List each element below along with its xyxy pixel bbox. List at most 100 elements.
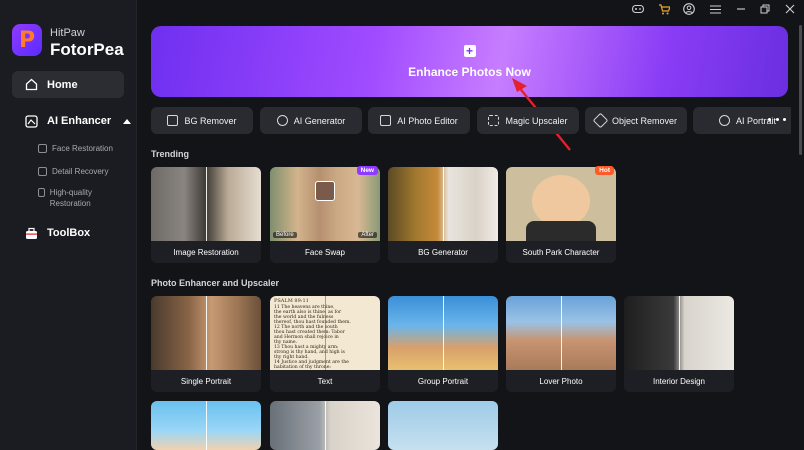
wedding-thumbnail bbox=[270, 401, 380, 450]
card-label: Image Restoration bbox=[151, 241, 261, 263]
image-restoration-thumbnail bbox=[151, 167, 261, 241]
sidebar-item-label: AI Enhancer bbox=[47, 115, 112, 127]
card-face-swap[interactable]: Before After Face Swap New bbox=[270, 166, 380, 263]
bg-remover-button[interactable]: BG Remover bbox=[151, 107, 253, 134]
tool-label: BG Remover bbox=[184, 115, 237, 126]
sidebar-item-label: Home bbox=[47, 78, 78, 91]
text-sample-header: PSALM 89:11 bbox=[274, 298, 309, 304]
sidebar-subitem-face-restoration[interactable]: Face Restoration bbox=[38, 143, 113, 154]
card-interior-design[interactable]: Interior Design bbox=[624, 296, 734, 392]
compare-divider bbox=[325, 296, 326, 370]
sidebar-item-home[interactable]: Home bbox=[12, 71, 124, 98]
vertical-scrollbar[interactable] bbox=[799, 25, 802, 155]
text-sample-line: habitation of thy throne: bbox=[274, 365, 331, 370]
face-swap-thumbnail: Before After bbox=[270, 167, 380, 241]
tool-label: AI Generator bbox=[293, 115, 346, 126]
tool-buttons-row: BG Remover AI Generator AI Photo Editor … bbox=[151, 107, 791, 134]
card-group-portrait[interactable]: Group Portrait bbox=[388, 296, 498, 392]
card-single-portrait[interactable]: Single Portrait bbox=[151, 296, 261, 392]
menu-icon[interactable] bbox=[709, 3, 721, 15]
ai-photo-editor-button[interactable]: AI Photo Editor bbox=[368, 107, 470, 134]
card-bird-preview[interactable] bbox=[388, 401, 498, 450]
card-wedding-preview[interactable] bbox=[270, 401, 380, 450]
sidebar-subitem-label: Detail Recovery bbox=[52, 167, 109, 176]
new-badge: New bbox=[356, 166, 378, 175]
app-logo: P bbox=[12, 24, 42, 56]
compare-divider bbox=[206, 296, 207, 370]
cartoon-face bbox=[532, 175, 590, 227]
cartoon-suit bbox=[526, 221, 596, 241]
lover-photo-thumbnail bbox=[506, 296, 616, 370]
after-tag: After bbox=[358, 232, 377, 238]
brand-name: FotorPea bbox=[50, 40, 124, 59]
card-south-park-character[interactable]: South Park Character Hot bbox=[506, 166, 616, 263]
before-tag: Before bbox=[273, 232, 297, 238]
detail-icon bbox=[38, 167, 47, 176]
ai-generator-button[interactable]: AI Generator bbox=[260, 107, 362, 134]
compare-divider bbox=[443, 167, 444, 241]
card-label: Face Swap bbox=[270, 241, 380, 263]
compare-divider bbox=[206, 401, 207, 450]
sidebar-subitem-high-quality-restoration[interactable]: High-quality Restoration bbox=[38, 187, 108, 209]
card-label: Text bbox=[270, 370, 380, 392]
portrait-icon bbox=[719, 115, 730, 126]
restoration-icon bbox=[38, 188, 45, 197]
home-icon bbox=[24, 78, 38, 92]
restore-icon[interactable] bbox=[759, 3, 771, 15]
minimize-icon[interactable] bbox=[735, 3, 747, 15]
upscale-icon bbox=[488, 115, 500, 126]
card-image-restoration[interactable]: Image Restoration bbox=[151, 167, 261, 263]
anime-thumbnail bbox=[151, 401, 261, 450]
card-text[interactable]: PSALM 89:11 11 The heavens are thine, the… bbox=[270, 296, 380, 392]
card-label: Interior Design bbox=[624, 370, 734, 392]
brand-company: HitPaw bbox=[50, 27, 85, 39]
tool-label: AI Photo Editor bbox=[397, 115, 458, 126]
bird-thumbnail bbox=[388, 401, 498, 450]
plus-icon: + bbox=[463, 44, 476, 57]
trending-heading: Trending bbox=[151, 149, 189, 159]
sidebar-subitem-detail-recovery[interactable]: Detail Recovery bbox=[38, 166, 108, 177]
compare-divider bbox=[325, 401, 326, 450]
user-icon[interactable] bbox=[683, 3, 695, 15]
tool-label: Object Remover bbox=[611, 115, 678, 126]
card-anime-preview[interactable] bbox=[151, 401, 261, 450]
photo-editor-icon bbox=[380, 115, 392, 126]
chevron-up-icon[interactable] bbox=[123, 118, 132, 124]
sidebar-subitem-label: Face Restoration bbox=[52, 144, 113, 153]
magic-wand-icon bbox=[276, 115, 288, 126]
card-label: BG Generator bbox=[388, 241, 498, 263]
bg-generator-thumbnail bbox=[388, 167, 498, 241]
tool-label: Magic Upscaler bbox=[505, 115, 568, 126]
bg-remover-icon bbox=[167, 115, 179, 126]
object-remover-button[interactable]: Object Remover bbox=[585, 107, 687, 134]
sidebar-subitem-label: High-quality Restoration bbox=[49, 188, 93, 208]
group-portrait-thumbnail bbox=[388, 296, 498, 370]
interior-design-thumbnail bbox=[624, 296, 734, 370]
close-icon[interactable] bbox=[784, 3, 796, 15]
card-label: Lover Photo bbox=[506, 370, 616, 392]
card-label: Single Portrait bbox=[151, 370, 261, 392]
card-label: South Park Character bbox=[506, 241, 616, 263]
face-icon bbox=[38, 144, 47, 153]
text-sample: 11 The heavens are thine, the earth also … bbox=[274, 305, 378, 370]
magic-upscaler-button[interactable]: Magic Upscaler bbox=[477, 107, 579, 134]
eraser-icon bbox=[592, 112, 609, 129]
enhancer-heading: Photo Enhancer and Upscaler bbox=[151, 278, 280, 288]
sidebar: P HitPaw FotorPea Home AI Enhancer Face … bbox=[0, 0, 137, 450]
title-bar bbox=[136, 0, 804, 18]
sidebar-item-toolbox[interactable]: ToolBox bbox=[12, 226, 90, 240]
swap-source-face bbox=[315, 181, 335, 201]
compare-divider bbox=[679, 296, 680, 370]
south-park-thumbnail bbox=[506, 167, 616, 241]
cart-icon[interactable] bbox=[658, 3, 670, 15]
enhancer-icon bbox=[24, 114, 38, 128]
card-bg-generator[interactable]: BG Generator bbox=[388, 167, 498, 263]
card-lover-photo[interactable]: Lover Photo bbox=[506, 296, 616, 392]
text-thumbnail: PSALM 89:11 11 The heavens are thine, the… bbox=[270, 296, 380, 370]
enhance-photos-banner[interactable]: + Enhance Photos Now bbox=[151, 26, 788, 97]
more-tools-icon[interactable] bbox=[768, 112, 786, 126]
sidebar-item-ai-enhancer[interactable]: AI Enhancer bbox=[12, 114, 132, 128]
gamepad-icon[interactable] bbox=[632, 3, 644, 15]
card-label: Group Portrait bbox=[388, 370, 498, 392]
single-portrait-thumbnail bbox=[151, 296, 261, 370]
